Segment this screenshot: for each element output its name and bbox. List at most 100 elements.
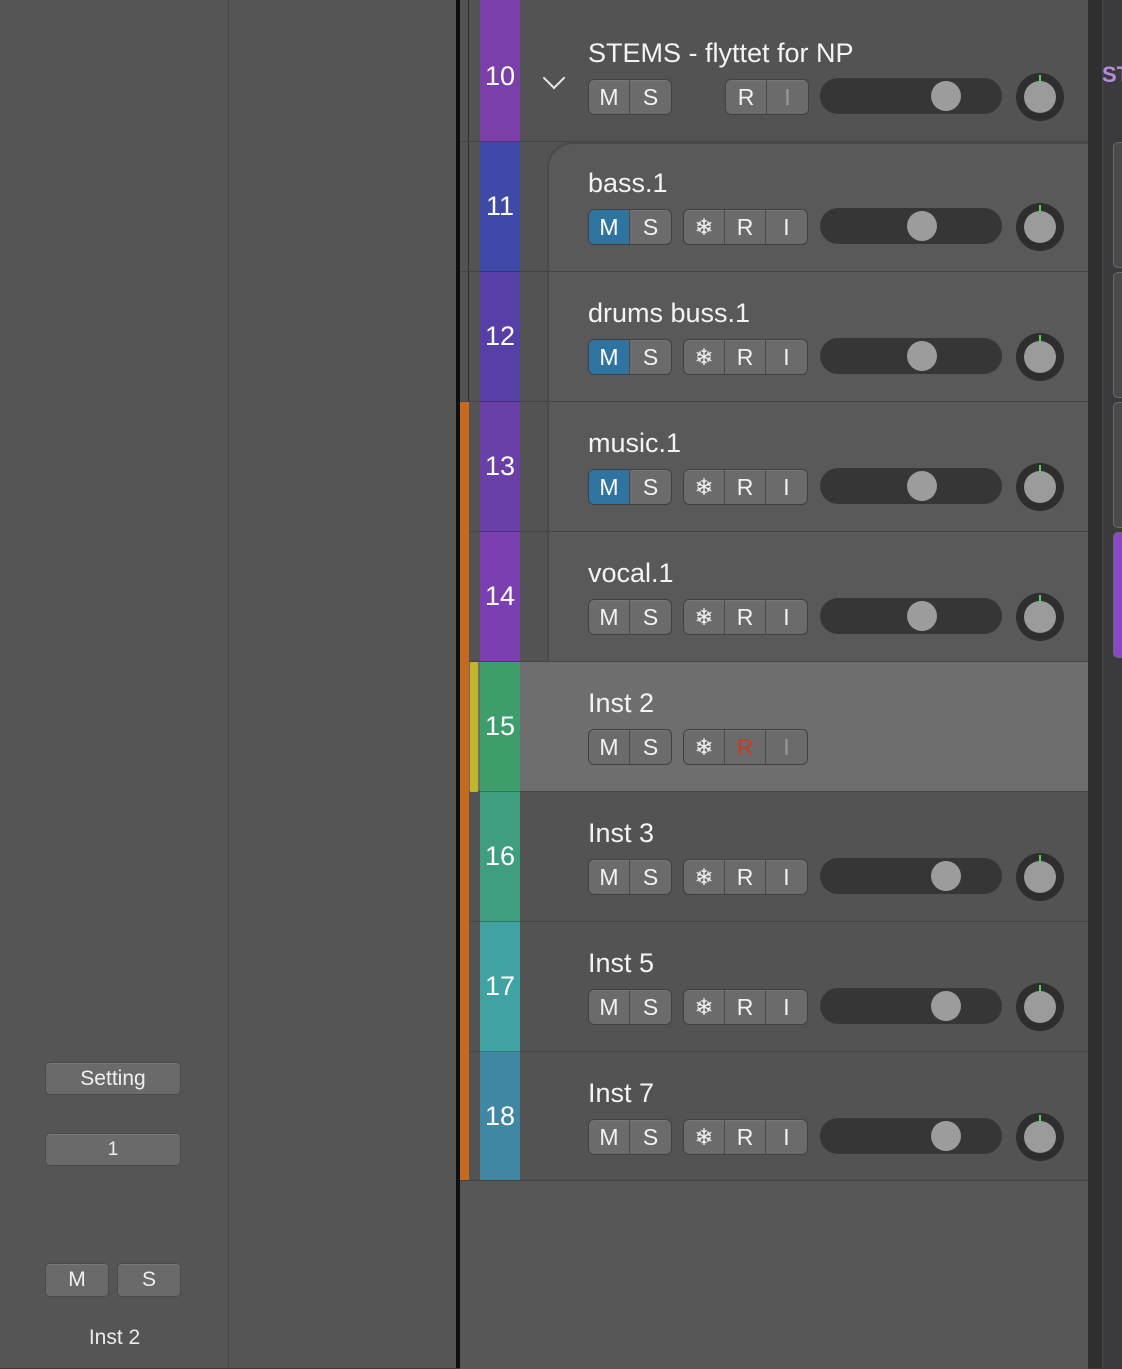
mute-button[interactable]: M xyxy=(589,210,630,244)
track-row-11[interactable]: 11 bass.1 M S ❄ R I xyxy=(460,142,1088,272)
disclosure-chevron-icon[interactable] xyxy=(542,66,566,90)
input-monitor-button[interactable]: I xyxy=(767,80,808,114)
solo-button[interactable]: S xyxy=(630,990,671,1024)
region-vocal[interactable] xyxy=(1113,532,1122,658)
track-row-14[interactable]: 14 vocal.1 M S ❄ R I xyxy=(460,532,1088,662)
volume-slider[interactable] xyxy=(820,78,1002,114)
pan-knob[interactable] xyxy=(1016,853,1064,901)
volume-slider[interactable] xyxy=(820,988,1002,1024)
volume-slider[interactable] xyxy=(820,598,1002,634)
volume-slider[interactable] xyxy=(820,1118,1002,1154)
freeze-icon[interactable]: ❄ xyxy=(684,470,725,504)
record-enable-button[interactable]: R xyxy=(726,80,767,114)
volume-slider-knob[interactable] xyxy=(930,861,961,891)
inspector-mute-button[interactable]: M xyxy=(45,1263,109,1297)
pan-knob[interactable] xyxy=(1016,73,1064,121)
mute-button[interactable]: M xyxy=(589,470,630,504)
track-name[interactable]: drums buss.1 xyxy=(588,298,750,329)
track-row-18[interactable]: 18 Inst 7 M S ❄ R I xyxy=(460,1052,1088,1182)
freeze-icon[interactable]: ❄ xyxy=(684,1120,725,1154)
mute-button[interactable]: M xyxy=(589,1120,630,1154)
track-row-15[interactable]: 15 Inst 2 M S ❄ R I xyxy=(460,662,1088,792)
input-monitor-button[interactable]: I xyxy=(766,470,807,504)
record-enable-button[interactable]: R xyxy=(725,1120,766,1154)
input-monitor-button[interactable]: I xyxy=(766,1120,807,1154)
solo-button[interactable]: S xyxy=(630,470,671,504)
track-name[interactable]: Inst 7 xyxy=(588,1078,654,1109)
region-music[interactable] xyxy=(1113,402,1122,528)
track-name[interactable]: vocal.1 xyxy=(588,558,674,589)
record-enable-button[interactable]: R xyxy=(725,990,766,1024)
track-number[interactable]: 12 xyxy=(480,272,520,402)
volume-slider-knob[interactable] xyxy=(930,81,961,111)
track-number[interactable]: 18 xyxy=(480,1052,520,1182)
record-enable-button[interactable]: R xyxy=(725,860,766,894)
volume-slider-knob[interactable] xyxy=(906,211,937,241)
input-monitor-button[interactable]: I xyxy=(766,600,807,634)
solo-button[interactable]: S xyxy=(630,860,671,894)
input-monitor-button[interactable]: I xyxy=(766,860,807,894)
record-enable-button[interactable]: R xyxy=(725,470,766,504)
freeze-icon[interactable]: ❄ xyxy=(684,730,725,764)
volume-slider-knob[interactable] xyxy=(930,991,961,1021)
track-number[interactable]: 13 xyxy=(480,402,520,532)
volume-slider[interactable] xyxy=(820,208,1002,244)
track-name[interactable]: Inst 3 xyxy=(588,818,654,849)
track-name[interactable]: Inst 5 xyxy=(588,948,654,979)
record-enable-button[interactable]: R xyxy=(725,210,766,244)
track-number[interactable]: 11 xyxy=(480,142,520,272)
solo-button[interactable]: S xyxy=(630,210,671,244)
record-enable-button[interactable]: R xyxy=(725,730,766,764)
track-name[interactable]: music.1 xyxy=(588,428,681,459)
mute-button[interactable]: M xyxy=(589,730,630,764)
mute-button[interactable]: M xyxy=(589,600,630,634)
solo-button[interactable]: S xyxy=(630,600,671,634)
pan-knob[interactable] xyxy=(1016,333,1064,381)
region-bass[interactable] xyxy=(1113,142,1122,268)
track-number[interactable]: 17 xyxy=(480,922,520,1052)
volume-slider[interactable] xyxy=(820,858,1002,894)
input-monitor-button[interactable]: I xyxy=(766,210,807,244)
pan-knob[interactable] xyxy=(1016,983,1064,1031)
channel-field[interactable]: 1 xyxy=(45,1133,181,1166)
solo-button[interactable]: S xyxy=(630,730,671,764)
volume-slider-knob[interactable] xyxy=(906,601,937,631)
track-number[interactable]: 16 xyxy=(480,792,520,922)
input-monitor-button[interactable]: I xyxy=(766,340,807,374)
volume-slider-knob[interactable] xyxy=(930,1121,961,1151)
input-monitor-button[interactable]: I xyxy=(766,990,807,1024)
region-drums[interactable] xyxy=(1113,272,1122,398)
mute-button[interactable]: M xyxy=(589,80,630,114)
mute-button[interactable]: M xyxy=(589,860,630,894)
pan-knob[interactable] xyxy=(1016,1113,1064,1161)
freeze-icon[interactable]: ❄ xyxy=(684,990,725,1024)
solo-button[interactable]: S xyxy=(630,1120,671,1154)
track-name[interactable]: STEMS - flyttet for NP xyxy=(588,38,854,69)
pan-knob[interactable] xyxy=(1016,203,1064,251)
freeze-icon[interactable]: ❄ xyxy=(684,340,725,374)
track-row-10[interactable]: 10 STEMS - flyttet for NP M S R I xyxy=(460,0,1088,142)
solo-button[interactable]: S xyxy=(630,80,671,114)
pan-knob[interactable] xyxy=(1016,593,1064,641)
track-number[interactable]: 14 xyxy=(480,532,520,662)
track-row-12[interactable]: 12 drums buss.1 M S ❄ R I xyxy=(460,272,1088,402)
record-enable-button[interactable]: R xyxy=(725,340,766,374)
track-name[interactable]: bass.1 xyxy=(588,168,668,199)
freeze-icon[interactable]: ❄ xyxy=(684,860,725,894)
volume-slider[interactable] xyxy=(820,338,1002,374)
track-row-17[interactable]: 17 Inst 5 M S ❄ R I xyxy=(460,922,1088,1052)
pan-knob[interactable] xyxy=(1016,463,1064,511)
volume-slider-knob[interactable] xyxy=(906,471,937,501)
track-number[interactable]: 10 xyxy=(480,12,520,142)
solo-button[interactable]: S xyxy=(630,340,671,374)
track-number[interactable]: 15 xyxy=(480,662,520,792)
record-enable-button[interactable]: R xyxy=(725,600,766,634)
track-row-13[interactable]: 13 music.1 M S ❄ R I xyxy=(460,402,1088,532)
input-monitor-button[interactable]: I xyxy=(766,730,807,764)
volume-slider[interactable] xyxy=(820,468,1002,504)
freeze-icon[interactable]: ❄ xyxy=(684,600,725,634)
volume-slider-knob[interactable] xyxy=(906,341,937,371)
inspector-solo-button[interactable]: S xyxy=(117,1263,181,1297)
empty-track-area[interactable] xyxy=(460,1180,1088,1369)
track-row-16[interactable]: 16 Inst 3 M S ❄ R I xyxy=(460,792,1088,922)
